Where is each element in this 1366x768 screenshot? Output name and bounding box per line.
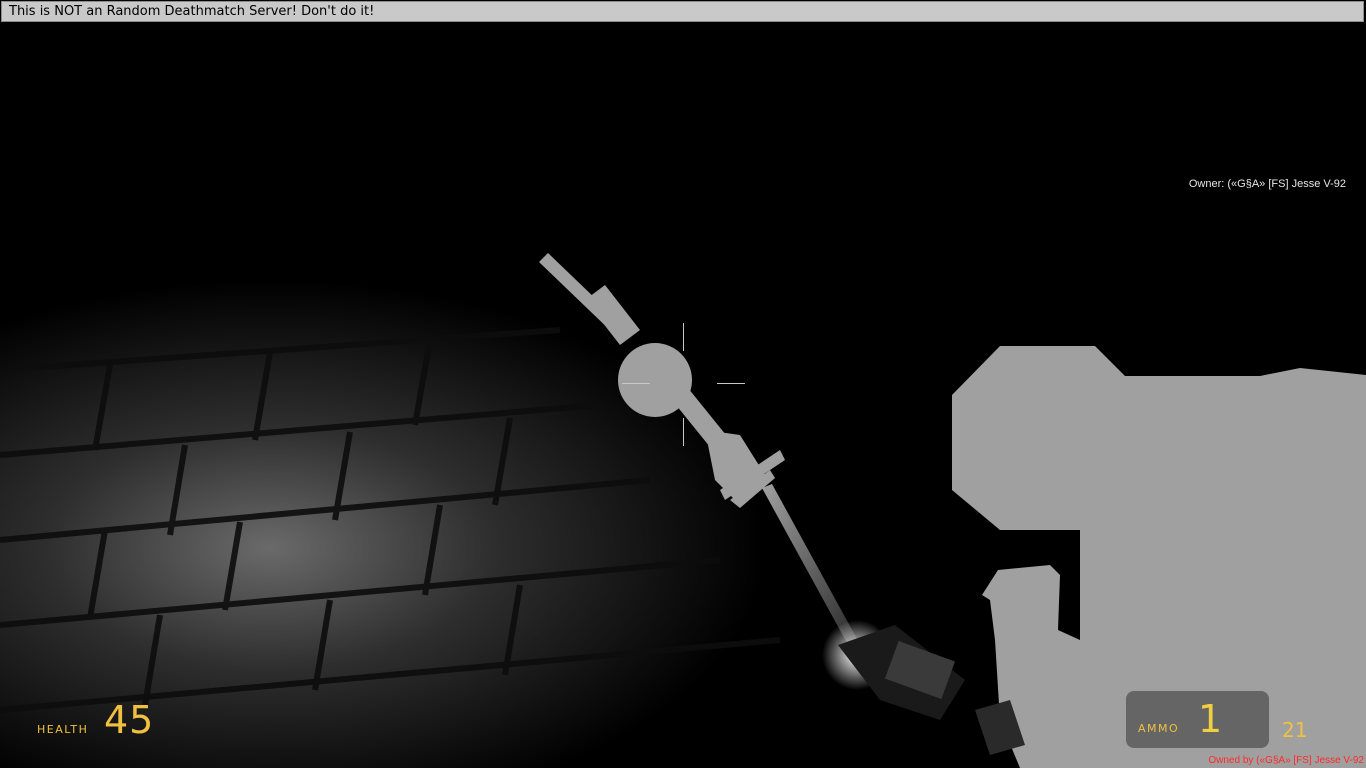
- health-value: 45: [104, 698, 155, 742]
- ammo-panel: AMMO 1: [1126, 691, 1269, 748]
- crosshair-left: [622, 383, 650, 384]
- crosshair-right: [717, 383, 745, 384]
- ammo-label: AMMO: [1138, 722, 1180, 735]
- prop-owner-label: Owner: («G§A» [FS] Jesse V-92: [1188, 178, 1346, 190]
- crosshair-bottom: [683, 418, 684, 446]
- ammo-reserve-value: 21: [1282, 718, 1308, 742]
- health-panel: HEALTH 45: [28, 696, 168, 748]
- health-label: HEALTH: [37, 723, 89, 736]
- owned-by-label: Owned by («G§A» [FS] Jesse V-92: [1208, 755, 1364, 766]
- game-viewport: [0, 253, 1366, 768]
- banner-text: This is NOT an Random Deathmatch Server!…: [9, 4, 375, 19]
- server-banner: This is NOT an Random Deathmatch Server!…: [1, 1, 1364, 22]
- brick-wall: [0, 280, 900, 768]
- crosshair-top: [683, 323, 684, 351]
- ammo-clip-value: 1: [1198, 697, 1223, 741]
